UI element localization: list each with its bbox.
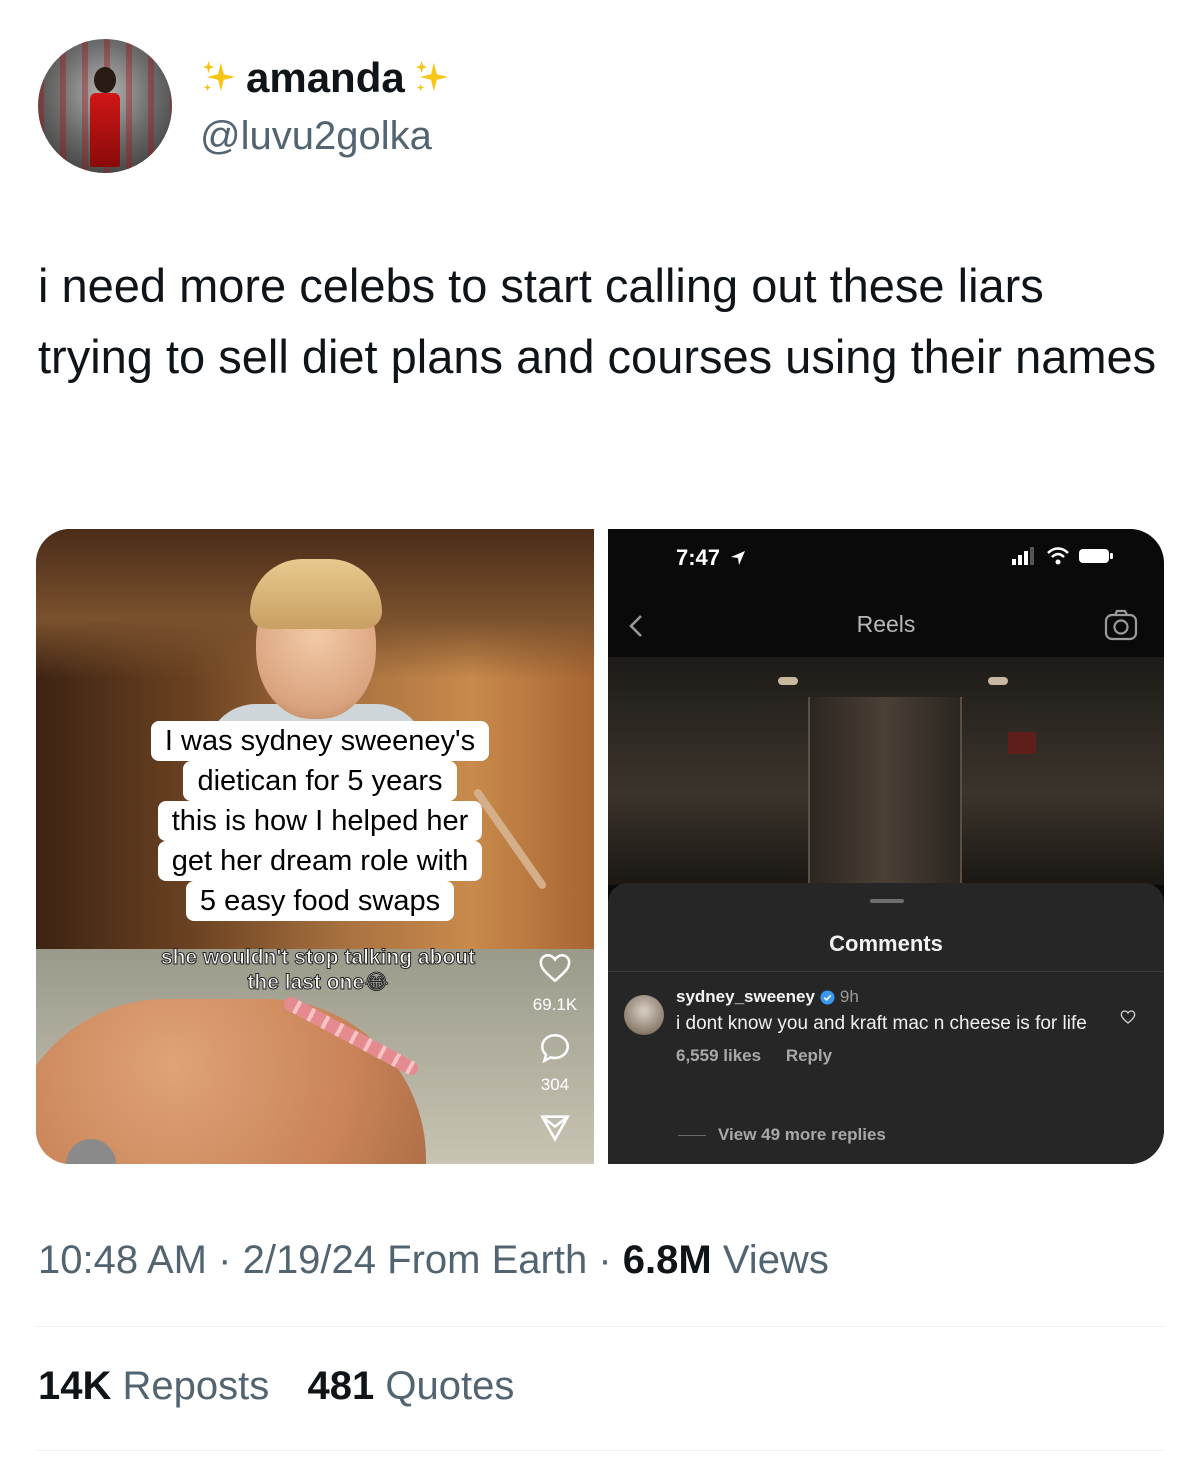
quotes-label: Quotes	[385, 1364, 515, 1408]
author-display-name: amanda	[246, 53, 405, 101]
tweet-meta: 10:48 AM · 2/19/24 From Earth · 6.8M Vie…	[38, 1238, 829, 1283]
reel-video[interactable]	[608, 657, 1164, 887]
caption-line: I was sydney sweeney's	[150, 721, 490, 761]
status-icons	[1012, 547, 1114, 565]
location-arrow-icon	[731, 551, 746, 565]
avatar-figure-body	[90, 93, 120, 167]
view-replies-line	[678, 1134, 706, 1136]
wifi-icon	[1047, 547, 1069, 565]
reposts-label: Reposts	[122, 1364, 270, 1408]
sheet-divider	[608, 971, 1164, 972]
tweet-time[interactable]: 10:48 AM	[38, 1238, 207, 1282]
comment-time: 9h	[839, 987, 859, 1006]
ceiling-light	[778, 677, 798, 685]
view-replies[interactable]: View 49 more replies	[678, 1125, 886, 1145]
status-time-text: 7:47	[676, 545, 721, 570]
comment-icon[interactable]	[538, 1031, 572, 1065]
media-image-right[interactable]: 7:47 Reels Comments sydney_sweeney 9h i …	[608, 529, 1164, 1164]
comments-title: Comments	[829, 931, 943, 956]
author-names: amanda @luvu2golka	[200, 54, 451, 159]
reels-top-bar: Reels	[608, 601, 1164, 651]
video-overlay-caption: she wouldn't stop talking about the last…	[160, 946, 476, 995]
divider-top	[36, 1326, 1164, 1327]
media-image-left[interactable]: I was sydney sweeney's dietican for 5 ye…	[36, 529, 594, 1164]
signal-icon	[1012, 547, 1034, 565]
elevator-door	[808, 697, 962, 887]
caption-line: get her dream role with	[157, 841, 483, 881]
status-time: 7:47	[676, 545, 746, 571]
comments-count: 304	[540, 1075, 570, 1094]
comment-reply-button[interactable]: Reply	[786, 1046, 832, 1065]
comment-heart-icon[interactable]	[1120, 1009, 1136, 1025]
reposts-count: 14K	[38, 1364, 112, 1408]
person-hair	[250, 559, 382, 629]
verified-badge-icon	[820, 989, 835, 1005]
reposts-stat[interactable]: 14K Reposts	[38, 1364, 280, 1408]
commenter-avatar[interactable]	[624, 995, 664, 1035]
commenter-username[interactable]: sydney_sweeney	[676, 987, 815, 1007]
share-icon[interactable]	[538, 1111, 572, 1145]
battery-icon	[1079, 549, 1113, 563]
view-replies-text: View 49 more replies	[718, 1125, 886, 1144]
comment-meta: 6,559 likes Reply	[676, 1046, 1116, 1066]
video-caption: I was sydney sweeney's dietican for 5 ye…	[120, 721, 520, 921]
phone-status-bar: 7:47	[608, 529, 1164, 589]
tweet-header: amanda @luvu2golka	[38, 38, 451, 174]
quotes-count: 481	[307, 1364, 375, 1408]
ceiling-light	[988, 677, 1008, 685]
author-handle[interactable]: @luvu2golka	[200, 114, 451, 159]
likes-count: 69.1K	[532, 995, 578, 1014]
display-name-row[interactable]: amanda	[200, 54, 451, 102]
camera-icon[interactable]	[1104, 609, 1138, 641]
elevator-panel	[1008, 732, 1036, 754]
meta-separator: ·	[218, 1238, 243, 1282]
comment-user-row: sydney_sweeney 9h	[676, 987, 1116, 1007]
sheet-drag-handle[interactable]	[870, 899, 904, 903]
comments-sheet: Comments sydney_sweeney 9h i dont know y…	[608, 883, 1164, 1164]
divider-bottom	[36, 1450, 1164, 1451]
comment-text: i dont know you and kraft mac n cheese i…	[676, 1013, 1087, 1034]
media-gap	[594, 529, 608, 1164]
tweet-date[interactable]: 2/19/24	[243, 1238, 376, 1282]
comment-body: sydney_sweeney 9h i dont know you and kr…	[676, 987, 1116, 1066]
tweet-location: From Earth	[387, 1238, 588, 1282]
caption-line: this is how I helped her	[157, 801, 483, 841]
heart-icon[interactable]	[538, 951, 572, 985]
tweet-stats: 14K Reposts 481 Quotes	[38, 1364, 514, 1409]
quotes-stat[interactable]: 481 Quotes	[308, 1364, 515, 1408]
views-count: 6.8M	[622, 1238, 712, 1282]
caption-line: 5 easy food swaps	[185, 881, 455, 921]
tweet-media[interactable]: I was sydney sweeney's dietican for 5 ye…	[36, 529, 1164, 1164]
author-avatar[interactable]	[38, 39, 172, 173]
views-label: Views	[722, 1238, 829, 1282]
caption-line: dietican for 5 years	[183, 761, 457, 801]
tweet-text: i need more celebs to start calling out …	[38, 259, 1157, 383]
sparkles-left-icon	[202, 60, 236, 91]
sparkles-right-icon	[415, 60, 448, 91]
comment-likes[interactable]: 6,559 likes	[676, 1046, 761, 1065]
avatar-figure-head	[94, 67, 116, 93]
video-side-actions: 69.1K 304	[520, 951, 590, 1145]
meta-separator: ·	[598, 1238, 623, 1282]
avatar-figure	[86, 67, 124, 167]
reels-title: Reels	[856, 611, 916, 637]
